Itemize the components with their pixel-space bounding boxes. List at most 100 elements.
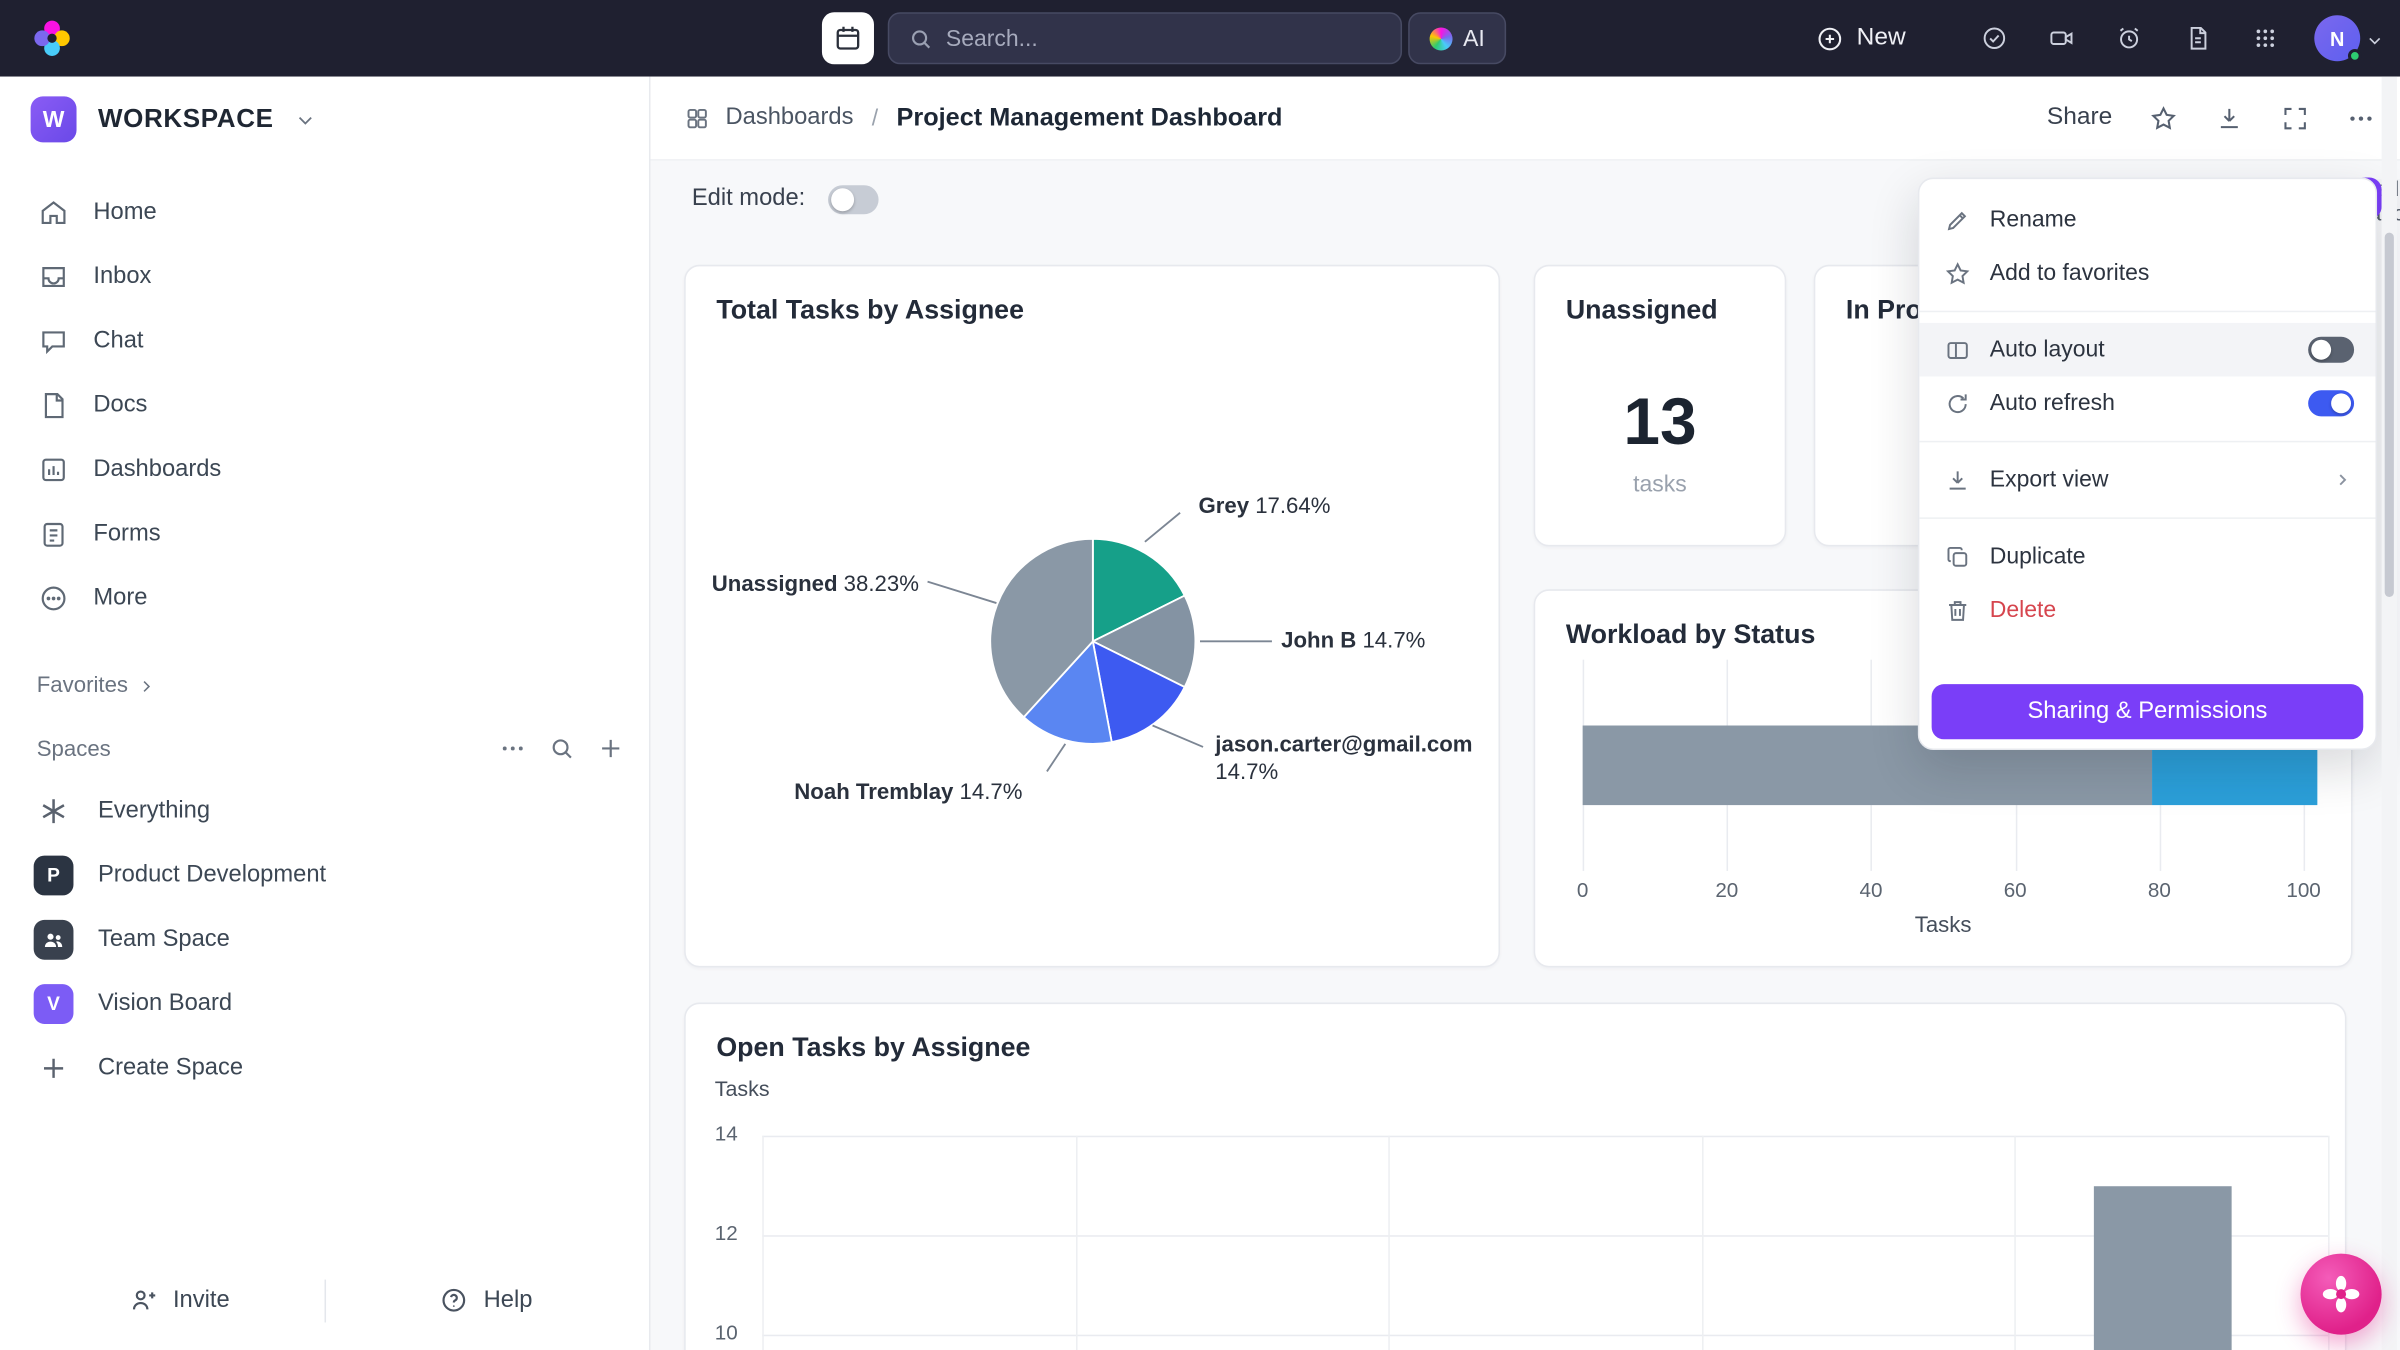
space-item-product-development[interactable]: P Product Development bbox=[0, 843, 651, 907]
search-input[interactable] bbox=[946, 25, 1382, 51]
sidebar-item-forms[interactable]: Forms bbox=[0, 502, 651, 566]
card-title: Unassigned bbox=[1566, 294, 1718, 326]
x-tick-label: 20 bbox=[1704, 879, 1750, 902]
tasks-check-icon[interactable] bbox=[1981, 24, 2009, 52]
breadcrumb-separator: / bbox=[872, 105, 878, 131]
breadcrumb-label: Dashboards bbox=[726, 104, 854, 132]
menu-item-export-view[interactable]: Export view bbox=[1919, 453, 2375, 507]
gridline bbox=[1389, 1136, 1391, 1350]
sidebar-item-label: More bbox=[93, 585, 147, 613]
sidebar-item-chat[interactable]: Chat bbox=[0, 309, 651, 373]
form-icon bbox=[38, 519, 69, 550]
home-icon bbox=[38, 197, 69, 228]
sidebar-item-more[interactable]: More bbox=[0, 566, 651, 630]
workspace-switcher[interactable]: W WORKSPACE bbox=[31, 96, 315, 142]
menu-divider bbox=[1919, 441, 2375, 443]
menu-item-label: Auto refresh bbox=[1990, 390, 2115, 416]
stat-unit: tasks bbox=[1535, 471, 1784, 497]
clock-icon[interactable] bbox=[2115, 24, 2143, 52]
share-button[interactable]: Share bbox=[2047, 104, 2112, 132]
scrollbar-thumb[interactable] bbox=[2385, 233, 2394, 597]
fullscreen-icon[interactable] bbox=[2281, 103, 2310, 132]
pie-label: Grey17.64% bbox=[1198, 494, 1330, 518]
gridline bbox=[1075, 1136, 1077, 1350]
menu-item-label: Rename bbox=[1990, 207, 2077, 233]
sidebar-item-label: Docs bbox=[93, 392, 147, 420]
invite-button[interactable]: Invite bbox=[129, 1286, 230, 1315]
space-item-everything[interactable]: Everything bbox=[0, 779, 651, 843]
document-icon[interactable] bbox=[2184, 24, 2212, 52]
scrollbar[interactable] bbox=[2382, 77, 2397, 1350]
menu-item-auto-refresh[interactable]: Auto refresh bbox=[1919, 377, 2375, 431]
video-camera-icon[interactable] bbox=[2048, 24, 2076, 52]
sidebar-item-label: Inbox bbox=[93, 263, 151, 291]
menu-item-delete[interactable]: Delete bbox=[1919, 583, 2375, 637]
menu-item-label: Export view bbox=[1990, 467, 2109, 493]
card-total-tasks-by-assignee: Total Tasks by Assignee Grey17.64% John … bbox=[684, 265, 1500, 968]
sidebar-item-label: Dashboards bbox=[93, 456, 221, 484]
x-tick-label: 60 bbox=[1992, 879, 2038, 902]
plus-circle-icon bbox=[1815, 24, 1844, 53]
menu-item-duplicate[interactable]: Duplicate bbox=[1919, 530, 2375, 584]
menu-item-rename[interactable]: Rename bbox=[1919, 193, 2375, 247]
auto-layout-toggle[interactable] bbox=[2308, 337, 2354, 363]
edit-mode-toggle[interactable] bbox=[828, 184, 879, 213]
search-icon[interactable] bbox=[548, 735, 576, 763]
sharing-permissions-button[interactable]: Sharing & Permissions bbox=[1932, 684, 2364, 739]
new-button[interactable]: New bbox=[1815, 18, 1905, 58]
dashboard-icon bbox=[684, 105, 710, 131]
menu-divider bbox=[1919, 517, 2375, 519]
gridline bbox=[1702, 1136, 1704, 1350]
spaces-label: Spaces bbox=[37, 738, 111, 762]
favorites-label: Favorites bbox=[37, 673, 128, 697]
menu-item-add-to-favorites[interactable]: Add to favorites bbox=[1919, 246, 2375, 300]
ellipsis-icon[interactable] bbox=[499, 735, 527, 763]
sidebar-item-home[interactable]: Home bbox=[0, 181, 651, 245]
sidebar-item-docs[interactable]: Docs bbox=[0, 373, 651, 437]
people-icon bbox=[41, 928, 65, 952]
card-unassigned[interactable]: Unassigned 13 tasks bbox=[1534, 265, 1787, 547]
export-icon bbox=[1944, 466, 1972, 494]
calendar-button[interactable] bbox=[822, 12, 874, 64]
sidebar-item-inbox[interactable]: Inbox bbox=[0, 245, 651, 309]
space-item-label: Everything bbox=[98, 797, 210, 825]
inbox-icon bbox=[38, 262, 69, 293]
online-status-dot bbox=[2348, 49, 2362, 63]
plus-icon[interactable] bbox=[597, 735, 625, 763]
avatar[interactable]: N bbox=[2314, 15, 2360, 61]
more-options-icon[interactable] bbox=[2346, 103, 2375, 132]
favorites-section[interactable]: Favorites bbox=[37, 673, 154, 697]
help-label: Help bbox=[484, 1286, 533, 1314]
doc-icon bbox=[38, 390, 69, 421]
sidebar: W WORKSPACE Home Inbox Chat Docs bbox=[0, 77, 651, 1350]
search-bar[interactable] bbox=[888, 12, 1402, 64]
space-item-label: Vision Board bbox=[98, 990, 232, 1018]
clickup-logo-icon[interactable] bbox=[31, 17, 74, 60]
apps-grid-icon[interactable] bbox=[2252, 24, 2280, 52]
star-icon[interactable] bbox=[2149, 103, 2178, 132]
space-avatar: P bbox=[34, 856, 74, 896]
download-icon[interactable] bbox=[2215, 103, 2244, 132]
card-open-tasks-by-assignee: Open Tasks by Assignee Tasks 141210 bbox=[684, 1003, 2346, 1350]
gridline bbox=[762, 1136, 2328, 1138]
create-space-button[interactable]: Create Space bbox=[0, 1036, 651, 1100]
star-icon bbox=[1944, 259, 1972, 287]
space-item-vision-board[interactable]: V Vision Board bbox=[0, 972, 651, 1036]
assistant-fab-button[interactable] bbox=[2301, 1254, 2382, 1335]
help-icon bbox=[439, 1286, 468, 1315]
y-tick-label: 10 bbox=[692, 1321, 738, 1344]
bar-chart[interactable]: 141210 bbox=[686, 1004, 2347, 1350]
breadcrumb[interactable]: Dashboards bbox=[684, 104, 853, 132]
pie-chart[interactable] bbox=[686, 266, 1500, 967]
screen: AI New N W WORKSPACE Home bbox=[0, 0, 2400, 1350]
space-avatar bbox=[34, 920, 74, 960]
sidebar-item-dashboards[interactable]: Dashboards bbox=[0, 438, 651, 502]
auto-refresh-toggle[interactable] bbox=[2308, 390, 2354, 416]
ai-button[interactable]: AI bbox=[1408, 12, 1506, 64]
bar[interactable] bbox=[2094, 1185, 2232, 1350]
help-button[interactable]: Help bbox=[439, 1286, 532, 1315]
menu-divider bbox=[1919, 311, 2375, 313]
chevron-down-icon[interactable] bbox=[2366, 32, 2383, 49]
space-item-team-space[interactable]: Team Space bbox=[0, 908, 651, 972]
menu-item-auto-layout[interactable]: Auto layout bbox=[1919, 323, 2375, 377]
